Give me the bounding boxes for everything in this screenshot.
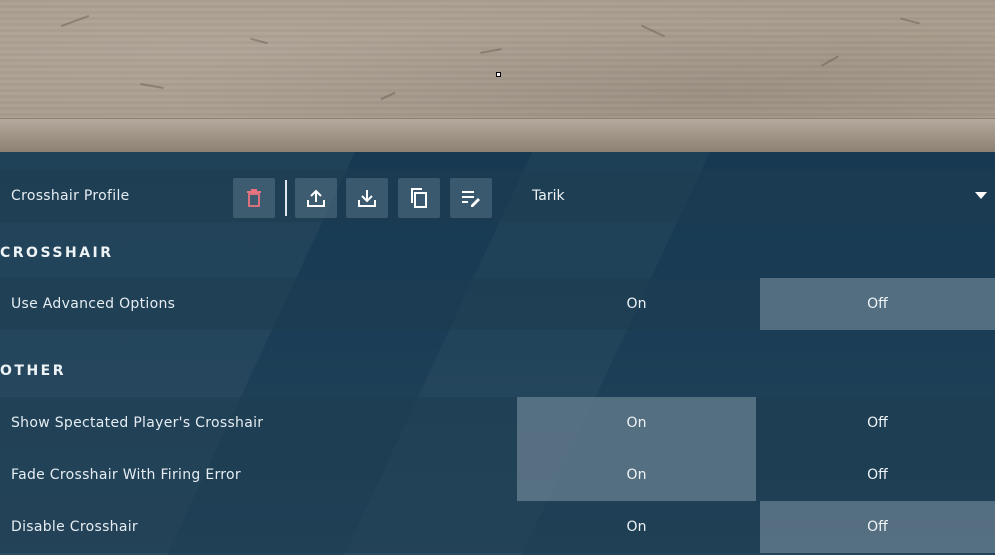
setting-row-advanced: Use Advanced Options On Off	[0, 278, 995, 330]
crosshair-preview	[0, 0, 995, 153]
crosshair-settings-panel: Crosshair Profile Tarik CROSSHAIR Use Ad…	[0, 152, 995, 555]
spectated-on-button[interactable]: On	[517, 397, 756, 449]
download-icon	[358, 190, 376, 207]
advanced-off-button[interactable]: Off	[760, 278, 995, 330]
rename-profile-button[interactable]	[450, 178, 492, 218]
section-other-heading: OTHER	[0, 363, 67, 379]
copy-icon	[411, 188, 427, 208]
profile-selected-value: Tarik	[532, 188, 565, 204]
chevron-down-icon	[975, 192, 987, 199]
setting-label: Disable Crosshair	[11, 519, 138, 535]
upload-icon	[307, 189, 325, 207]
profile-dropdown[interactable]: Tarik	[517, 170, 995, 222]
setting-label: Show Spectated Player's Crosshair	[11, 415, 264, 431]
section-crosshair-heading: CROSSHAIR	[0, 245, 114, 261]
fade-on-button[interactable]: On	[517, 449, 756, 501]
rename-icon	[462, 191, 480, 207]
setting-row-fade: Fade Crosshair With Firing Error On Off	[0, 449, 995, 501]
spectated-off-button[interactable]: Off	[760, 397, 995, 449]
delete-profile-button[interactable]	[233, 178, 275, 218]
setting-label: Fade Crosshair With Firing Error	[11, 467, 241, 483]
setting-row-spectated: Show Spectated Player's Crosshair On Off	[0, 397, 995, 449]
import-profile-button[interactable]	[346, 178, 388, 218]
trash-icon	[247, 189, 261, 207]
profile-label: Crosshair Profile	[11, 188, 130, 204]
setting-label: Use Advanced Options	[11, 296, 176, 312]
export-profile-button[interactable]	[295, 178, 337, 218]
setting-row-disable: Disable Crosshair On Off	[0, 501, 995, 553]
crosshair-dot	[496, 72, 501, 77]
fade-off-button[interactable]: Off	[760, 449, 995, 501]
disable-off-button[interactable]: Off	[760, 501, 995, 553]
wall-ledge	[0, 118, 995, 153]
disable-on-button[interactable]: On	[517, 501, 756, 553]
advanced-on-button[interactable]: On	[517, 278, 756, 330]
copy-profile-button[interactable]	[398, 178, 440, 218]
toolbar-divider	[285, 180, 287, 216]
